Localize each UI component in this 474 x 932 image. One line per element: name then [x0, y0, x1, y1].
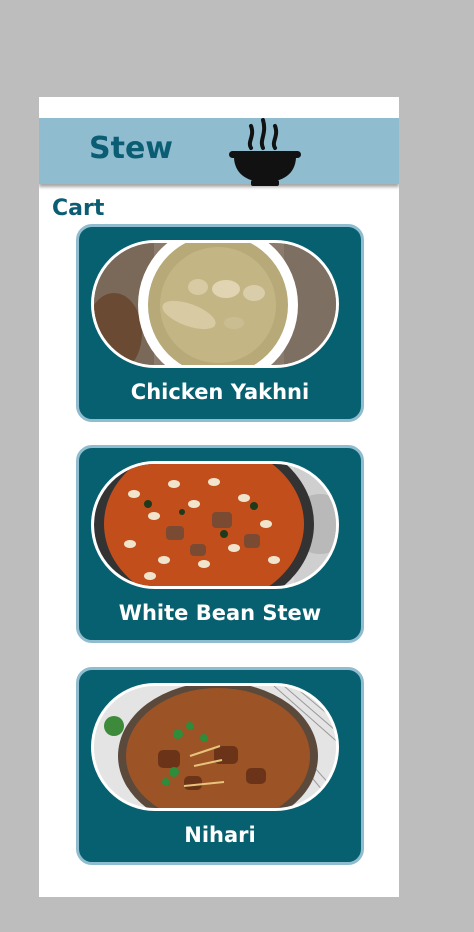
food-card-white-bean-stew[interactable]: White Bean Stew	[76, 445, 364, 643]
nihari-image	[91, 683, 339, 811]
food-card-chicken-yakhni[interactable]: Chicken Yakhni	[76, 224, 364, 422]
app-header: Stew	[39, 118, 399, 186]
chicken-yakhni-image	[91, 240, 339, 368]
food-card-title: White Bean Stew	[118, 601, 322, 625]
cart-heading: Cart	[52, 196, 105, 221]
food-card-title: Chicken Yakhni	[130, 380, 310, 404]
soup-bowl-icon	[227, 118, 303, 190]
app-screen: Stew Cart Chicken Yakhni White Bean Stew…	[39, 97, 399, 897]
page-title: Stew	[89, 131, 174, 166]
food-card-title: Nihari	[184, 823, 256, 847]
food-card-nihari[interactable]: Nihari	[76, 667, 364, 865]
white-bean-stew-image	[91, 461, 339, 589]
